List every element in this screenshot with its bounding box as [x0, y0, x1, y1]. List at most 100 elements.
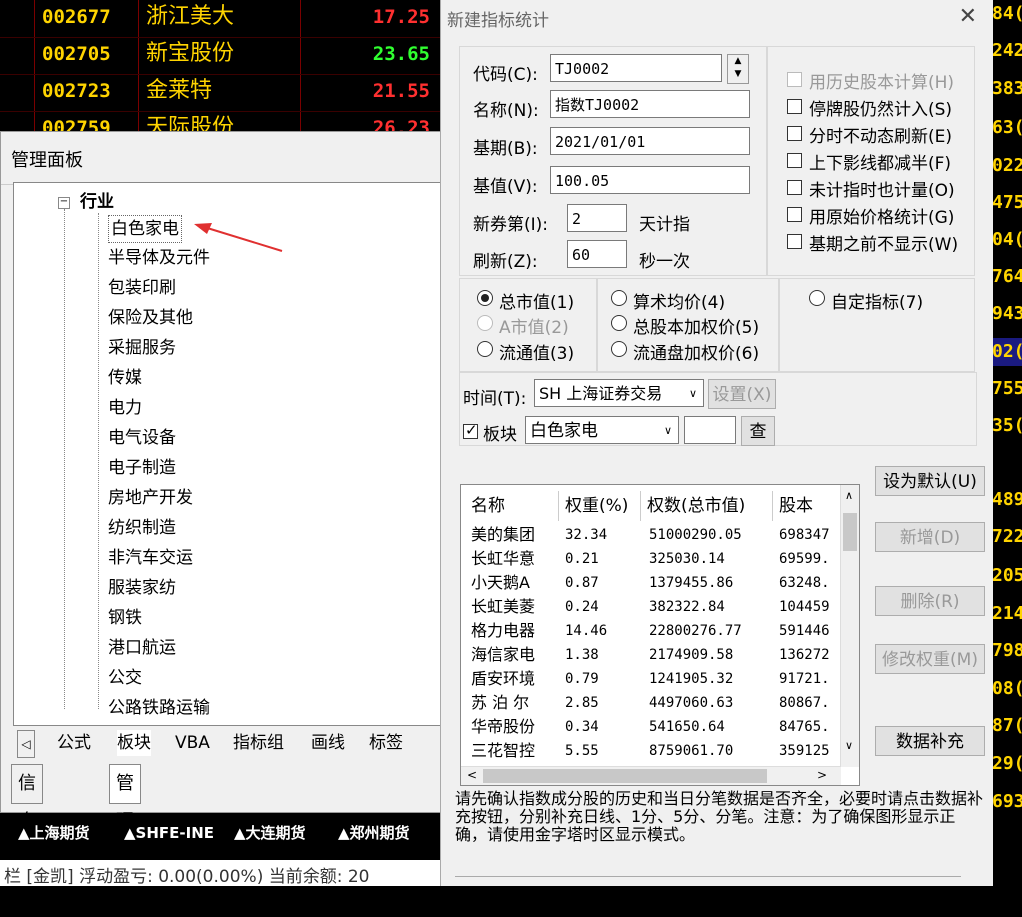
data-fill-button[interactable]: 数据补充 [875, 726, 985, 756]
weight-radio[interactable] [477, 315, 493, 331]
column-header[interactable]: 名称 [465, 491, 559, 521]
option-checkbox[interactable] [787, 72, 802, 87]
tree-item[interactable]: 电力 [108, 395, 142, 421]
table-row[interactable]: 盾安环境 0.79 1241905.32 91721. [461, 667, 841, 691]
tree-item[interactable]: 电子制造 [108, 455, 176, 481]
stock-code: 002723 [42, 80, 111, 102]
horizontal-scrollbar[interactable]: < > [461, 766, 841, 785]
block-search-field[interactable] [684, 416, 736, 444]
tree-item[interactable]: 非汽车交运 [108, 545, 193, 571]
table-row[interactable]: 苏 泊 尔 2.85 4497060.63 80867. [461, 691, 841, 715]
tree-item[interactable]: 纺织制造 [108, 515, 176, 541]
delete-button[interactable]: 删除(R) [875, 586, 985, 616]
tree-item[interactable]: 服装家纺 [108, 575, 176, 601]
base-period-field[interactable]: 2021/01/01 [550, 127, 750, 155]
query-button[interactable]: 查 [741, 416, 775, 446]
tree-item[interactable]: 港口航运 [108, 635, 176, 661]
tree-root-industry[interactable]: 行业 [80, 187, 114, 212]
table-row[interactable]: 格力电器 14.46 22800276.77 591446 [461, 619, 841, 643]
collapse-icon[interactable]: − [58, 197, 70, 209]
stock-row[interactable]: 002759 天际股份 26.23 [0, 111, 440, 132]
stock-row[interactable]: 002723 金莱特 21.55 [0, 74, 440, 112]
settings-button[interactable]: 设置(X) [708, 379, 776, 409]
tab-scroll-left-icon[interactable]: ◁ [17, 730, 35, 758]
scroll-thumb[interactable] [483, 769, 767, 783]
column-header[interactable]: 股本 [773, 491, 839, 521]
close-icon[interactable]: ✕ [959, 4, 977, 29]
option-label: 未计指时也计量(O) [809, 181, 955, 201]
futures-tab[interactable]: ▲上海期货 [18, 822, 90, 844]
scroll-down-icon[interactable]: ∨ [845, 739, 853, 752]
tree-item[interactable]: 传媒 [108, 365, 142, 391]
base-value-field[interactable]: 100.05 [550, 166, 750, 194]
industry-tree[interactable]: − 行业 白色家电 半导体及元件 包装印刷 保险及其他 采掘服务 传媒 电力 电… [13, 182, 445, 726]
table-row[interactable]: 美的集团 32.34 51000290.05 698347 [461, 523, 841, 547]
futures-tab[interactable]: ▲大连期货 [234, 822, 306, 844]
block-checkbox[interactable] [463, 421, 478, 439]
tree-item[interactable]: 电气设备 [108, 425, 176, 451]
futures-tab[interactable]: ▲SHFE-INE [124, 822, 214, 844]
cell-name: 盾安环境 [471, 669, 536, 688]
option-checkbox[interactable] [787, 234, 802, 249]
option-checkbox[interactable] [787, 99, 802, 114]
stock-row[interactable]: 002705 新宝股份 23.65 [0, 37, 440, 75]
weight-radio-label: 总股本加权价(5) [633, 318, 760, 338]
weight-radio-label: 自定指标(7) [831, 293, 924, 313]
table-row[interactable]: 长虹华意 0.21 325030.14 69599. [461, 547, 841, 571]
table-row[interactable]: 三花智控 5.55 8759061.70 359125 [461, 739, 841, 759]
component-table[interactable]: 名称 权重(%) 权数(总市值) 股本 美的集团 32.34 51000290.… [460, 484, 860, 786]
weight-radio[interactable] [809, 290, 825, 306]
scroll-thumb[interactable] [843, 513, 857, 551]
table-row[interactable]: 华帝股份 0.34 541650.64 84765. [461, 715, 841, 739]
option-checkbox[interactable] [787, 207, 802, 222]
code-field[interactable]: TJ0002 [550, 54, 722, 82]
option-checkbox[interactable] [787, 126, 802, 141]
time-select[interactable]: SH 上海证券交易 ∨ [534, 379, 704, 407]
option-checkbox[interactable] [787, 153, 802, 168]
tab-drawing[interactable]: 画线 [311, 730, 345, 756]
scroll-right-icon[interactable]: > [817, 768, 827, 782]
code-spinner[interactable]: ▲ ▼ [727, 54, 749, 84]
tab-formula[interactable]: 公式 [57, 730, 91, 756]
tab-indicator-group[interactable]: 指标组 [233, 730, 284, 756]
weight-radio[interactable] [477, 341, 493, 357]
weight-radio[interactable] [611, 341, 627, 357]
tab-management-panel[interactable]: 管理面板 [109, 764, 141, 908]
futures-tab-bar: ▲上海期货 ▲SHFE-INE ▲大连期货 ▲郑州期货 [0, 818, 440, 846]
block-select[interactable]: 白色家电 ∨ [525, 416, 679, 444]
tree-item[interactable]: 包装印刷 [108, 275, 176, 301]
tree-item[interactable]: 保险及其他 [108, 305, 193, 331]
tree-item[interactable]: 钢铁 [108, 605, 142, 631]
column-header[interactable]: 权重(%) [559, 491, 641, 521]
tab-info-window[interactable]: 信息窗口 [11, 764, 43, 908]
new-stock-field[interactable]: 2 [567, 204, 627, 232]
weight-radio[interactable] [477, 290, 493, 306]
modify-weight-button[interactable]: 修改权重(M) [875, 644, 985, 674]
vertical-scrollbar[interactable]: ∧ ∨ [840, 485, 859, 767]
tree-item[interactable]: 采掘服务 [108, 335, 176, 361]
table-row[interactable]: 小天鹅A 0.87 1379455.86 63248. [461, 571, 841, 595]
table-row[interactable]: 海信家电 1.38 2174909.58 136272 [461, 643, 841, 667]
refresh-field[interactable]: 60 [567, 240, 627, 268]
tree-item[interactable]: 公路铁路运输 [108, 695, 210, 721]
stock-row[interactable]: 002677 浙江美大 17.25 [0, 0, 440, 38]
stock-name: 天际股份 [146, 115, 235, 132]
option-checkbox[interactable] [787, 180, 802, 195]
tab-vba[interactable]: VBA [175, 730, 210, 756]
tab-block[interactable]: 板块 [117, 730, 151, 756]
scroll-up-icon[interactable]: ∧ [845, 489, 853, 502]
set-default-button[interactable]: 设为默认(U) [875, 466, 985, 496]
name-field[interactable]: 指数TJ0002 [550, 90, 750, 118]
weight-radio[interactable] [611, 290, 627, 306]
tree-item[interactable]: 公交 [108, 665, 142, 691]
tree-item[interactable]: 房地产开发 [108, 485, 193, 511]
add-button[interactable]: 新增(D) [875, 522, 985, 552]
table-row[interactable]: 长虹美菱 0.24 382322.84 104459 [461, 595, 841, 619]
weight-radio[interactable] [611, 315, 627, 331]
column-header[interactable]: 权数(总市值) [641, 491, 773, 521]
tab-label[interactable]: 标签 [369, 730, 403, 756]
futures-tab[interactable]: ▲郑州期货 [338, 822, 410, 844]
scroll-left-icon[interactable]: < [467, 768, 477, 782]
stock-name: 金莱特 [146, 78, 213, 103]
tree-item[interactable]: 白色家电 [108, 215, 182, 243]
